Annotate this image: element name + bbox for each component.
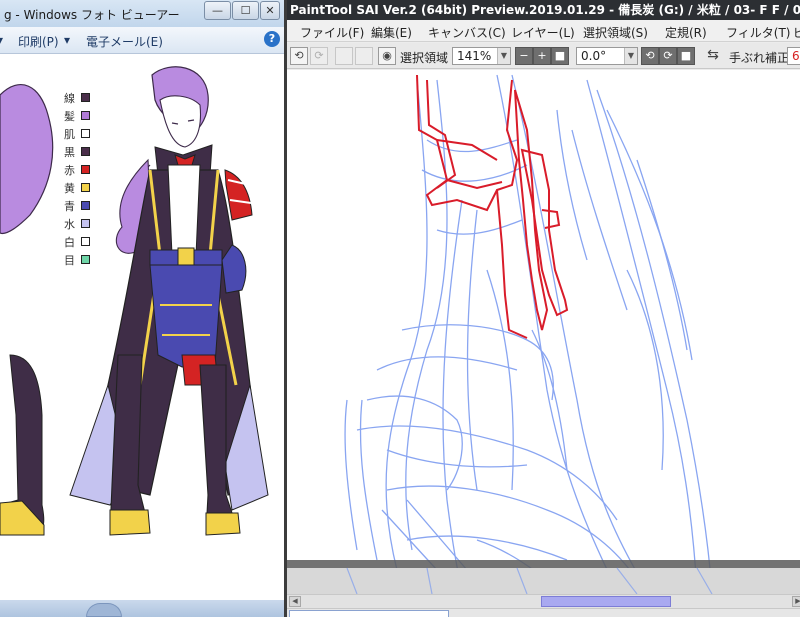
menu-canvas[interactable]: キャンバス(C): [428, 24, 506, 41]
photo-viewer-menubar: ▾ 印刷(P) ▾ 電子メール(E) ?: [0, 27, 284, 54]
palette-row: 肌: [64, 126, 90, 144]
rotation-field[interactable]: 0.0° ▼: [576, 47, 638, 65]
palette-row: 水: [64, 216, 90, 234]
palette-row: 青: [64, 198, 90, 216]
zoom-field[interactable]: 141% ▼: [452, 47, 511, 65]
palette-label: 線: [64, 92, 75, 105]
palette-label: 目: [64, 254, 75, 267]
palette-label: 肌: [64, 128, 75, 141]
palette-label: 黄: [64, 182, 75, 195]
chevron-down-icon[interactable]: ▼: [497, 48, 510, 64]
palette-row: 黄: [64, 180, 90, 198]
scroll-left-icon[interactable]: ◀: [289, 596, 301, 607]
sai-toolbar: ⟲ ⟳ ◉ 選択領域 141% ▼ − + ■ 0.0° ▼ ⟲ ⟳ ■ ⇆ 手…: [287, 43, 800, 69]
sai-window: PaintTool SAI Ver.2 (64bit) Preview.2019…: [284, 0, 800, 617]
zoom-out-button[interactable]: −: [515, 47, 533, 65]
image-display-area: 線 髪 肌 黒 赤 黄 青 水 白 目: [0, 55, 284, 600]
menu-filter[interactable]: フィルタ(T): [726, 24, 790, 41]
palette-swatch: [81, 183, 90, 192]
undo-icon[interactable]: ⟲: [290, 47, 308, 65]
palette-swatch: [81, 93, 90, 102]
menu-layer[interactable]: レイヤー(L): [511, 24, 575, 41]
rotation-value: 0.0°: [581, 49, 607, 63]
palette-row: 白: [64, 234, 90, 252]
email-menu[interactable]: 電子メール(E): [86, 33, 163, 50]
palette-swatch: [81, 129, 90, 138]
menu-ruler[interactable]: 定規(R): [665, 24, 707, 41]
drawing-canvas[interactable]: [287, 70, 800, 594]
menu-selection[interactable]: 選択領域(S): [583, 24, 648, 41]
palette-label: 青: [64, 200, 75, 213]
print-menu-arrow[interactable]: ▾: [64, 33, 70, 47]
palette-label: 黒: [64, 146, 75, 159]
palette-row: 髪: [64, 108, 90, 126]
minimize-button[interactable]: —: [204, 1, 231, 20]
rotate-ccw-button[interactable]: ⟲: [641, 47, 659, 65]
print-menu[interactable]: 印刷(P): [18, 33, 59, 50]
canvas-tab[interactable]: [289, 610, 449, 617]
palette-row: 赤: [64, 162, 90, 180]
canvas-edge-band: [287, 560, 800, 568]
palette-label: 水: [64, 218, 75, 231]
color-palette-legend: 線 髪 肌 黒 赤 黄 青 水 白 目: [64, 90, 90, 270]
sai-menubar: ファイル(F) 編集(E) キャンバス(C) レイヤー(L) 選択領域(S) 定…: [287, 20, 800, 42]
character-design-sheet: [0, 66, 269, 536]
zoom-value: 141%: [457, 49, 492, 63]
eye-icon[interactable]: ◉: [378, 47, 396, 65]
palette-label: 髪: [64, 110, 75, 123]
stabilizer-field[interactable]: 6: [787, 47, 800, 65]
help-icon[interactable]: ?: [264, 31, 280, 47]
photo-viewer-titlebar[interactable]: g - Windows フォト ビューアー — ☐ ✕: [0, 0, 284, 27]
palette-label: 白: [64, 236, 75, 249]
window-controls: — ☐ ✕: [203, 1, 280, 20]
palette-row: 線: [64, 90, 90, 108]
menu-edit[interactable]: 編集(E): [371, 24, 412, 41]
redo-icon[interactable]: ⟳: [310, 47, 328, 65]
deselect-button[interactable]: [335, 47, 353, 65]
palette-swatch: [81, 165, 90, 174]
sai-statusbar: [287, 608, 800, 617]
palette-swatch: [81, 111, 90, 120]
palette-label: 赤: [64, 164, 75, 177]
play-slideshow-button[interactable]: [86, 603, 122, 617]
chevron-down-icon[interactable]: ▼: [624, 48, 637, 64]
menu-file[interactable]: ファイル(F): [300, 24, 364, 41]
scroll-right-icon[interactable]: ▶: [792, 596, 800, 607]
stabilizer-label: 手ぶれ補正: [729, 51, 790, 65]
maximize-button[interactable]: ☐: [232, 1, 259, 20]
palette-swatch: [81, 147, 90, 156]
flip-icon[interactable]: ⇆: [704, 47, 722, 65]
palette-swatch: [81, 255, 90, 264]
photo-viewer-window: g - Windows フォト ビューアー — ☐ ✕ ▾ 印刷(P) ▾ 電子…: [0, 0, 284, 617]
rotate-reset-button[interactable]: ■: [677, 47, 695, 65]
palette-swatch: [81, 219, 90, 228]
palette-swatch: [81, 237, 90, 246]
close-button[interactable]: ✕: [260, 1, 280, 20]
file-menu-arrow[interactable]: ▾: [0, 33, 3, 47]
palette-row: 目: [64, 252, 90, 270]
selection-visibility-button[interactable]: [355, 47, 373, 65]
selection-label: 選択領域: [400, 51, 449, 65]
sketch-artwork: [287, 74, 800, 594]
photo-viewer-controls-bar: [0, 600, 284, 617]
horizontal-scrollbar[interactable]: ◀ ▶: [287, 594, 800, 608]
stabilizer-value: 6: [792, 49, 800, 63]
palette-row: 黒: [64, 144, 90, 162]
rotate-cw-button[interactable]: ⟳: [659, 47, 677, 65]
palette-swatch: [81, 201, 90, 210]
scrollbar-thumb[interactable]: [541, 596, 671, 607]
zoom-reset-button[interactable]: ■: [551, 47, 569, 65]
zoom-in-button[interactable]: +: [533, 47, 551, 65]
photo-viewer-title: g - Windows フォト ビューアー: [4, 8, 180, 22]
sai-titlebar[interactable]: PaintTool SAI Ver.2 (64bit) Preview.2019…: [287, 0, 800, 20]
menu-view[interactable]: ビ: [793, 24, 800, 41]
